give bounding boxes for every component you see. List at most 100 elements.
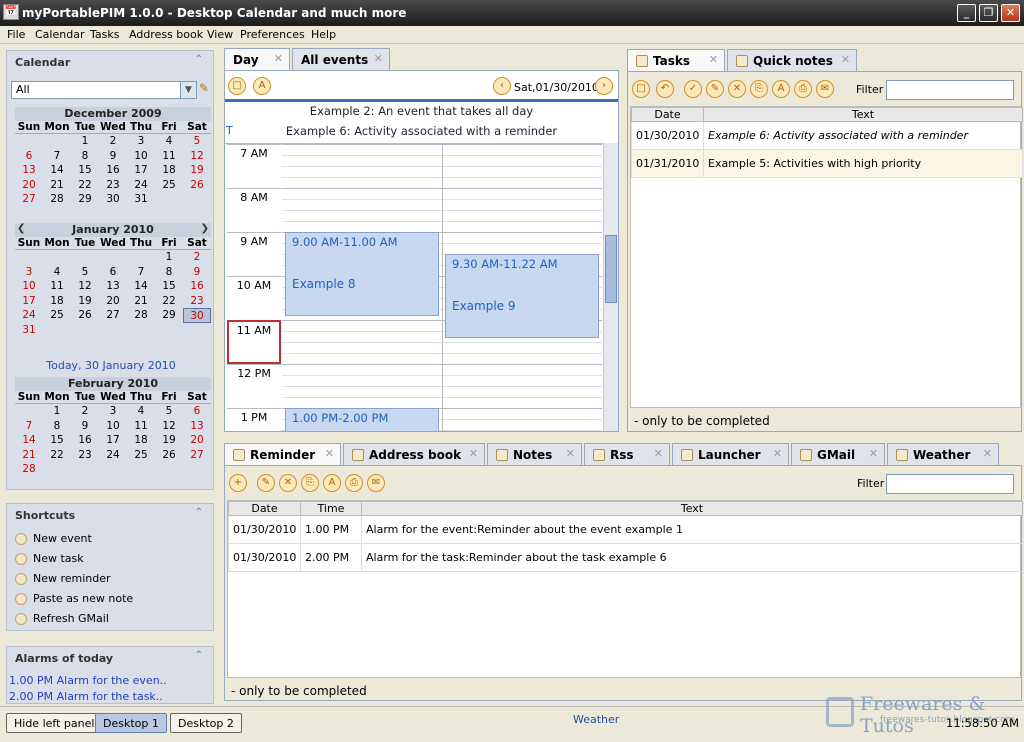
event-block[interactable]: 1.00 PM-2.00 PM [285, 408, 439, 431]
day-cell[interactable]: 20 [15, 178, 43, 193]
undo-icon[interactable]: ↶ [656, 80, 674, 98]
today-label[interactable]: Today, 30 January 2010 [7, 359, 215, 372]
day-cell[interactable]: 27 [15, 192, 43, 207]
day-cell[interactable]: 9 [71, 419, 99, 434]
day-cell[interactable]: 2 [71, 404, 99, 419]
tasks-filter-input[interactable] [886, 80, 1014, 100]
tab-all-events[interactable]: All events ✕ [292, 48, 390, 70]
menu-file[interactable]: File [7, 28, 25, 41]
day-cell[interactable]: 6 [183, 404, 211, 419]
day-cell[interactable]: 14 [127, 279, 155, 294]
day-cell[interactable]: 10 [99, 419, 127, 434]
collapse-icon[interactable]: ⌃ [195, 54, 203, 65]
menu-calendar[interactable]: Calendar [35, 28, 84, 41]
day-cell[interactable]: 5 [155, 404, 183, 419]
calendar-box-header[interactable]: Calendar ⌃ [7, 51, 213, 73]
column-header[interactable]: Time [300, 501, 362, 516]
font-icon[interactable]: A [253, 77, 271, 95]
day-cell[interactable]: 20 [99, 294, 127, 309]
day-cell[interactable]: 19 [71, 294, 99, 309]
day-cell[interactable]: 6 [99, 265, 127, 280]
menu-tasks[interactable]: Tasks [90, 28, 119, 41]
tab-gmail[interactable]: GMail ✕ [791, 443, 885, 465]
day-cell[interactable]: 15 [71, 163, 99, 178]
day-cell[interactable]: 28 [15, 462, 43, 477]
delete-icon[interactable]: ✕ [279, 474, 297, 492]
day-cell[interactable]: 11 [155, 149, 183, 164]
mail-icon[interactable]: ✉ [367, 474, 385, 492]
day-cell[interactable]: 7 [15, 419, 43, 434]
menu-preferences[interactable]: Preferences [240, 28, 305, 41]
tab-day[interactable]: Day ✕ [224, 48, 290, 71]
day-cell[interactable]: 28 [43, 192, 71, 207]
day-cell[interactable]: 10 [15, 279, 43, 294]
day-cell[interactable]: 24 [15, 308, 43, 323]
day-cell[interactable]: 16 [183, 279, 211, 294]
day-cell[interactable]: 31 [15, 323, 43, 338]
column-header[interactable]: Text [361, 501, 1023, 516]
day-cell[interactable]: 25 [155, 178, 183, 193]
delete-icon[interactable]: ✕ [728, 80, 746, 98]
day-cell[interactable]: 12 [155, 419, 183, 434]
day-cell[interactable]: 3 [15, 265, 43, 280]
day-cell[interactable]: 16 [99, 163, 127, 178]
tab-notes[interactable]: Notes ✕ [487, 443, 582, 465]
day-cell[interactable]: 1 [71, 134, 99, 149]
tab-rss[interactable]: Rss ✕ [584, 443, 670, 465]
column-header[interactable]: Date [631, 107, 704, 122]
day-cell[interactable]: 20 [183, 433, 211, 448]
day-cell[interactable]: 18 [43, 294, 71, 309]
close-icon[interactable]: ✕ [325, 447, 334, 460]
time-grid[interactable]: 7 AM 8 AM 9 AM 10 AM 11 AM 12 PM 1 PM 9.… [225, 143, 603, 431]
day-cell[interactable]: 24 [127, 178, 155, 193]
alarms-box-header[interactable]: Alarms of today ⌃ [7, 647, 213, 669]
day-cell[interactable]: 7 [127, 265, 155, 280]
day-cell[interactable]: 10 [127, 149, 155, 164]
day-cell[interactable]: 22 [155, 294, 183, 309]
day-cell[interactable]: 13 [15, 163, 43, 178]
close-icon[interactable]: ✕ [841, 53, 850, 66]
day-cell[interactable]: 7 [43, 149, 71, 164]
table-row[interactable]: 01/31/2010 Example 5: Activities with hig… [631, 149, 1023, 178]
day-cell[interactable]: 25 [127, 448, 155, 463]
shortcut-paste-note[interactable]: Paste as new note [15, 592, 133, 605]
day-cell[interactable]: 15 [43, 433, 71, 448]
day-cell[interactable]: 23 [99, 178, 127, 193]
day-cell[interactable]: 22 [71, 178, 99, 193]
day-cell[interactable]: 21 [127, 294, 155, 309]
tab-weather[interactable]: Weather ✕ [887, 443, 999, 465]
day-cell[interactable]: 23 [183, 294, 211, 309]
collapse-icon[interactable]: ⌃ [195, 650, 203, 661]
event-block[interactable]: 9.00 AM-11.00 AM Example 8 [285, 232, 439, 316]
day-cell[interactable]: 18 [155, 163, 183, 178]
table-row[interactable]: 01/30/2010 Example 6: Activity associated… [631, 121, 1023, 150]
close-icon[interactable]: ✕ [773, 447, 782, 460]
close-icon[interactable]: ✕ [983, 447, 992, 460]
column-header[interactable]: Text [703, 107, 1023, 122]
edit-icon[interactable]: ✎ [706, 80, 724, 98]
day-cell[interactable]: 17 [127, 163, 155, 178]
reminder-event[interactable]: Example 6: Activity associated with a re… [225, 124, 618, 138]
day-cell[interactable]: 30 [183, 308, 211, 323]
menu-address-book[interactable]: Address book [129, 28, 203, 41]
maximize-button[interactable]: ❐ [979, 4, 998, 22]
day-cell[interactable]: 8 [155, 265, 183, 280]
day-cell[interactable]: 12 [71, 279, 99, 294]
close-icon[interactable]: ✕ [654, 447, 663, 460]
day-cell[interactable]: 9 [183, 265, 211, 280]
prev-month-icon[interactable]: ❮ [17, 223, 25, 234]
tab-reminder[interactable]: Reminder ✕ [224, 443, 341, 466]
day-cell[interactable]: 8 [71, 149, 99, 164]
day-cell[interactable]: 1 [155, 250, 183, 265]
shortcuts-box-header[interactable]: Shortcuts ⌃ [7, 504, 213, 526]
day-cell[interactable]: 11 [43, 279, 71, 294]
current-date[interactable]: Sat,01/30/2010 [514, 81, 599, 94]
font-icon[interactable]: A [772, 80, 790, 98]
day-cell[interactable]: 8 [43, 419, 71, 434]
shortcut-new-task[interactable]: New task [15, 552, 84, 565]
allday-event[interactable]: Example 2: An event that takes all day [225, 104, 618, 118]
add-icon[interactable]: + [229, 474, 247, 492]
day-cell[interactable]: 9 [99, 149, 127, 164]
day-cell[interactable]: 26 [183, 178, 211, 193]
collapse-icon[interactable]: ⌃ [195, 507, 203, 518]
